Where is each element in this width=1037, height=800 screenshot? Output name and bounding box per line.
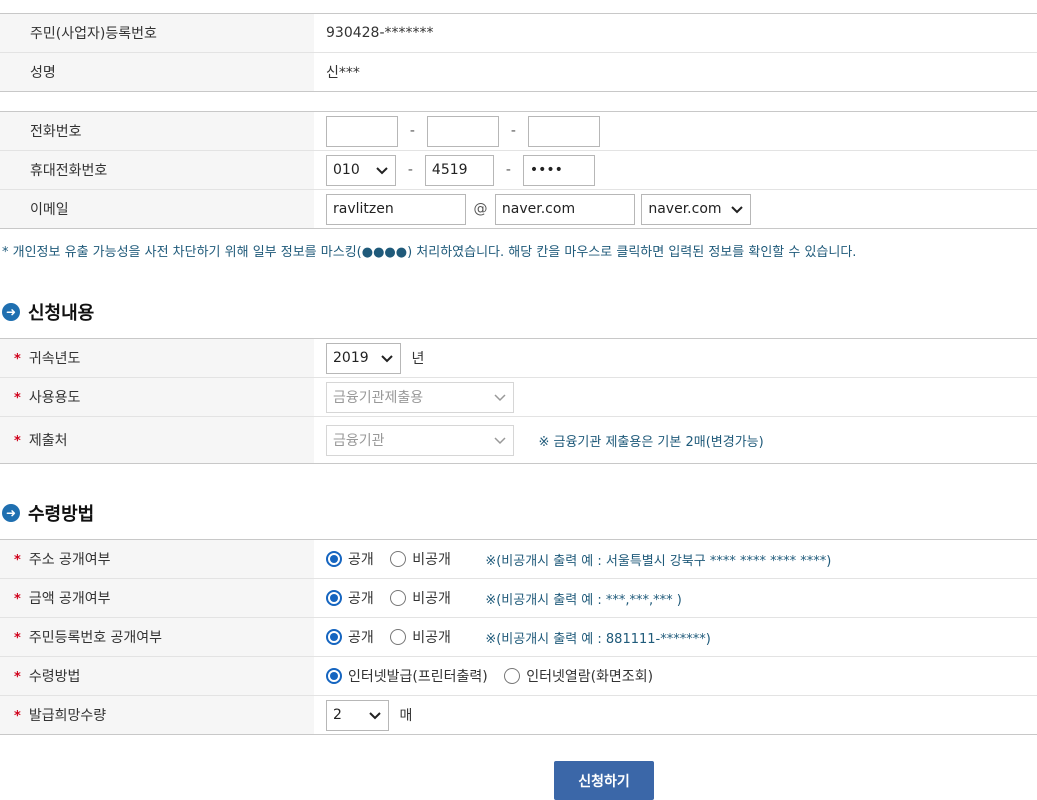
- email-domain-input[interactable]: naver.com: [494, 193, 635, 225]
- chevron-down-icon: [494, 437, 506, 445]
- required-mark: *: [14, 631, 21, 646]
- year-unit: 년: [411, 351, 425, 367]
- year-select[interactable]: 2019: [326, 342, 401, 374]
- usage-label: * 사용용도: [0, 377, 314, 417]
- mobile-dash: -: [505, 162, 511, 178]
- required-mark: *: [14, 592, 21, 607]
- mobile-prefix-select[interactable]: 010: [326, 154, 396, 186]
- apply-submit-button[interactable]: 신청하기: [554, 761, 654, 800]
- radio-unchecked-icon: [504, 668, 521, 684]
- required-mark: *: [14, 434, 21, 449]
- chevron-down-icon: [731, 206, 744, 214]
- chevron-down-icon: [369, 712, 381, 720]
- required-mark: *: [14, 391, 21, 406]
- phone-part3-input[interactable]: [527, 115, 600, 147]
- address-public-radio[interactable]: 공개: [326, 549, 374, 569]
- apply-table: * 귀속년도 2019 년 * 사용용도 금융기관제출용 * 제출처 금융기관 ※ 금…: [0, 338, 1037, 464]
- radio-unchecked-icon: [390, 551, 407, 567]
- name-label: 성명: [0, 52, 314, 92]
- chevron-down-icon: [494, 394, 506, 402]
- email-at: @: [473, 201, 488, 217]
- radio-checked-icon: [326, 629, 342, 645]
- arrow-right-circle-icon: ➜: [2, 303, 20, 321]
- phone-dash: -: [510, 123, 516, 139]
- phone-dash: -: [409, 123, 415, 139]
- amount-public-label: * 금액 공개여부: [0, 578, 314, 618]
- submit-to-hint: ※ 금융기관 제출용은 기본 2매(변경가능): [538, 434, 764, 450]
- masking-notice: * 개인정보 유출 가능성을 사전 차단하기 위해 일부 정보를 마스킹(●●●…: [2, 245, 857, 260]
- radio-checked-icon: [326, 551, 342, 567]
- section-receive-title: 수령방법: [28, 504, 95, 525]
- submit-to-select[interactable]: 금융기관: [326, 424, 514, 456]
- mobile-label: 휴대전화번호: [0, 150, 314, 190]
- radio-checked-icon: [326, 590, 342, 606]
- chevron-down-icon: [376, 167, 388, 175]
- copies-label: * 발급희망수량: [0, 695, 314, 735]
- email-domain-select[interactable]: naver.com: [641, 193, 752, 225]
- required-mark: *: [14, 352, 21, 367]
- phone-part1-input[interactable]: [326, 115, 398, 147]
- chevron-down-icon: [381, 355, 393, 363]
- rrn-public-label: * 주민등록번호 공개여부: [0, 617, 314, 657]
- rrn-label: 주민(사업자)등록번호: [0, 13, 314, 53]
- section-apply-title: 신청내용: [28, 303, 95, 324]
- address-private-radio[interactable]: 비공개: [390, 549, 451, 569]
- contact-table: 전화번호 - - 휴대전화번호 010 - 4519 - •••• 이메일 ra…: [0, 111, 1037, 229]
- mobile-last-input[interactable]: ••••: [522, 154, 595, 186]
- address-hint: ※(비공개시 출력 예 : 서울특별시 강북구 **** **** **** *…: [485, 553, 832, 569]
- receive-method-label: * 수령방법: [0, 656, 314, 696]
- phone-label: 전화번호: [0, 111, 314, 151]
- rrn-public-radio[interactable]: 공개: [326, 627, 374, 647]
- amount-hint: ※(비공개시 출력 예 : ***,***,*** ): [485, 592, 682, 608]
- rrn-value: 930428-*******: [326, 25, 434, 41]
- amount-private-radio[interactable]: 비공개: [390, 588, 451, 608]
- rrn-private-radio[interactable]: 비공개: [390, 627, 451, 647]
- phone-part2-input[interactable]: [426, 115, 499, 147]
- radio-checked-icon: [326, 668, 342, 684]
- required-mark: *: [14, 553, 21, 568]
- mobile-dash: -: [407, 162, 413, 178]
- mobile-mid-input[interactable]: 4519: [424, 154, 494, 186]
- receive-table: * 주소 공개여부 공개 비공개 ※(비공개시 출력 예 : 서울특별시 강북구 …: [0, 539, 1037, 735]
- required-mark: *: [14, 670, 21, 685]
- email-id-input[interactable]: ravlitzen: [326, 193, 466, 225]
- section-receive-heading: ➜ 수령방법: [2, 500, 94, 526]
- year-label: * 귀속년도: [0, 338, 314, 378]
- radio-unchecked-icon: [390, 629, 407, 645]
- section-apply-heading: ➜ 신청내용: [2, 299, 94, 325]
- submit-to-label: * 제출처: [0, 416, 314, 464]
- radio-unchecked-icon: [390, 590, 407, 606]
- name-value: 신***: [326, 65, 360, 81]
- method-print-radio[interactable]: 인터넷발급(프린터출력): [326, 666, 488, 686]
- usage-select[interactable]: 금융기관제출용: [326, 381, 514, 413]
- identity-table: 주민(사업자)등록번호 930428-******* 성명 신***: [0, 13, 1037, 92]
- copies-select[interactable]: 2: [326, 699, 389, 731]
- email-label: 이메일: [0, 189, 314, 229]
- copies-unit: 매: [399, 708, 413, 724]
- address-public-label: * 주소 공개여부: [0, 539, 314, 579]
- amount-public-radio[interactable]: 공개: [326, 588, 374, 608]
- rrn-hint: ※(비공개시 출력 예 : 881111-*******): [485, 631, 711, 647]
- method-view-radio[interactable]: 인터넷열람(화면조회): [504, 666, 653, 686]
- arrow-right-circle-icon: ➜: [2, 504, 20, 522]
- required-mark: *: [14, 709, 21, 724]
